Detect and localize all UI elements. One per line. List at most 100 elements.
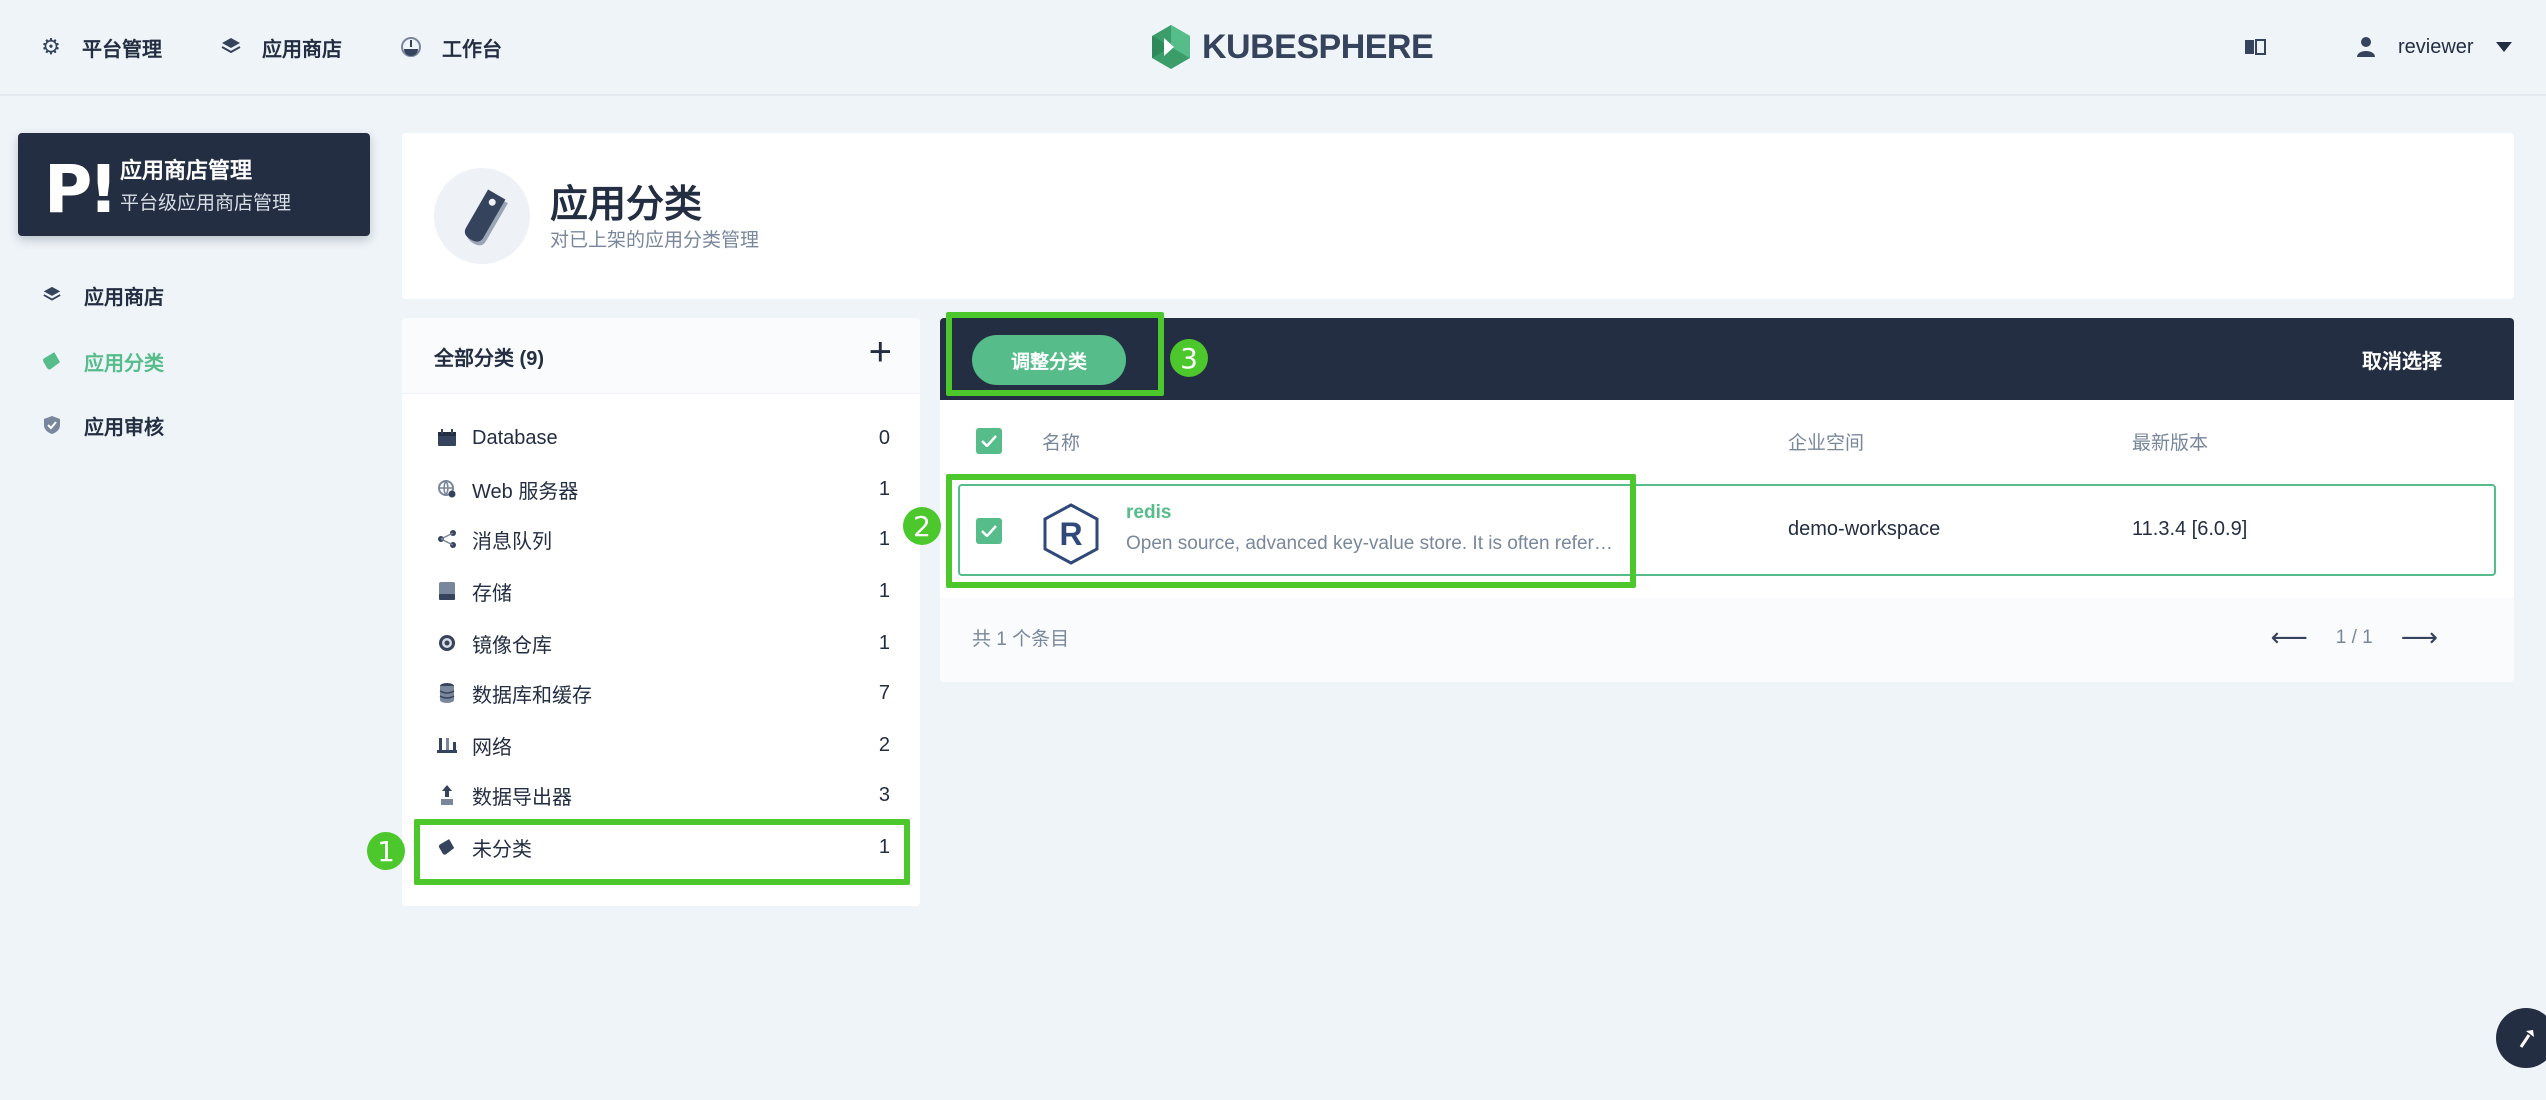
table-row[interactable]: [958, 484, 2496, 576]
docs-button[interactable]: [2244, 30, 2266, 64]
category-count: 1: [878, 835, 890, 858]
category-panel: 全部分类 (9) + Database 0 Web 服务器 1 消息队列 1 存…: [402, 318, 920, 906]
nav-platform-management[interactable]: ⚙ 平台管理: [38, 30, 162, 64]
check-icon: [981, 525, 997, 537]
network-icon: [436, 734, 458, 756]
adjust-category-button[interactable]: 调整分类: [972, 335, 1126, 385]
tag-icon: [436, 836, 458, 858]
gear-icon: ⚙: [41, 34, 61, 59]
annotation-badge-2: 2: [903, 507, 941, 545]
prev-page-arrow-icon[interactable]: ⟵: [2270, 622, 2307, 653]
category-count: 1: [878, 579, 890, 602]
sidebar-item-app-review[interactable]: 应用审核: [40, 408, 164, 442]
export-icon: [436, 784, 458, 806]
layers-icon: [218, 34, 244, 60]
category-item-uncategorized[interactable]: 未分类 1: [402, 822, 920, 872]
category-item-network[interactable]: 网络 2: [402, 720, 920, 770]
app-version: 11.3.4 [6.0.9]: [2132, 518, 2248, 540]
category-name: 消息队列: [472, 530, 552, 553]
category-name: 数据库和缓存: [472, 684, 592, 707]
nav-workbench[interactable]: 工作台: [398, 30, 502, 64]
page-indicator: 1 / 1: [2335, 626, 2373, 648]
tag-icon: [434, 168, 530, 264]
pagination: ⟵ 1 / 1 ⟶: [2242, 622, 2466, 653]
category-item-database[interactable]: Database 0: [402, 413, 920, 463]
sidebar-item-label: 应用分类: [84, 352, 164, 375]
column-header-workspace: 企业空间: [1788, 433, 1865, 454]
category-name: 网络: [472, 736, 512, 759]
category-count: 1: [878, 477, 890, 500]
dashboard-icon: [398, 34, 424, 60]
next-page-arrow-icon[interactable]: ⟶: [2401, 622, 2438, 653]
nav-app-store[interactable]: 应用商店: [218, 30, 342, 64]
row-checkbox[interactable]: [976, 518, 1002, 544]
category-count: 1: [878, 631, 890, 654]
sidebar-item-app-store[interactable]: 应用商店: [40, 278, 164, 312]
add-category-button[interactable]: +: [869, 330, 892, 375]
toolbox-button[interactable]: [2496, 1008, 2546, 1068]
user-icon: [2357, 37, 2375, 57]
kubesphere-logo-mark: [1152, 25, 1190, 69]
page-description: 对已上架的应用分类管理: [550, 230, 760, 251]
username: reviewer: [2398, 35, 2474, 58]
app-name-link[interactable]: redis: [1126, 502, 1171, 524]
category-item-storage[interactable]: 存储 1: [402, 566, 920, 616]
disc-icon: [436, 632, 458, 654]
layers-icon: [40, 283, 64, 307]
category-count: 1: [878, 527, 890, 550]
select-all-checkbox[interactable]: [976, 428, 1002, 454]
nav-label: 应用商店: [262, 38, 342, 61]
category-item-image-registry[interactable]: 镜像仓库 1: [402, 618, 920, 668]
category-count: 2: [878, 733, 890, 756]
user-menu[interactable]: reviewer: [2356, 30, 2512, 64]
category-name: Database: [472, 426, 558, 449]
card-subtitle: 平台级应用商店管理: [120, 193, 292, 214]
top-navigation-bar: ⚙ 平台管理 应用商店 工作台 KUBESPHERE reviewer: [0, 0, 2546, 96]
database-icon: [436, 682, 458, 704]
annotation-badge-3: 3: [1170, 339, 1208, 377]
sidebar-header-card: P! 应用商店管理 平台级应用商店管理: [18, 133, 370, 236]
category-item-database-cache[interactable]: 数据库和缓存 7: [402, 668, 920, 718]
category-name: 未分类: [472, 838, 532, 861]
sidebar-item-app-categories[interactable]: 应用分类: [40, 344, 164, 378]
app-logo-letter: R: [1059, 516, 1082, 552]
column-header-name[interactable]: 名称: [1042, 428, 1080, 455]
storage-icon: [436, 580, 458, 602]
card-title: 应用商店管理: [120, 158, 253, 183]
book-icon: [2245, 39, 2266, 55]
category-name: 存储: [472, 582, 512, 605]
calendar-icon: [436, 427, 458, 449]
category-name: 镜像仓库: [472, 634, 552, 657]
check-icon: [981, 435, 997, 447]
category-item-web-server[interactable]: Web 服务器 1: [402, 464, 920, 514]
category-count: 3: [878, 783, 890, 806]
category-all-header[interactable]: 全部分类 (9) +: [402, 318, 920, 394]
share-icon: [436, 528, 458, 550]
sidebar-item-label: 应用商店: [84, 286, 164, 309]
category-item-message-queue[interactable]: 消息队列 1: [402, 514, 920, 564]
logo-text: KUBESPHERE: [1202, 27, 1434, 66]
page-title: 应用分类: [550, 184, 703, 226]
page-header: 应用分类 对已上架的应用分类管理: [402, 133, 2514, 299]
total-count: 共 1 个条目: [972, 629, 1070, 650]
chevron-down-icon: [2495, 42, 2512, 52]
category-name: Web 服务器: [472, 480, 579, 503]
redis-app-icon: R: [1040, 502, 1102, 566]
category-name: 数据导出器: [472, 786, 572, 809]
card-initials: P!: [44, 151, 119, 228]
tag-icon: [40, 349, 64, 373]
annotation-badge-1: 1: [367, 832, 405, 870]
app-description: Open source, advanced key-value store. I…: [1126, 533, 1616, 554]
globe-icon: [436, 478, 458, 500]
cancel-selection-button[interactable]: 取消选择: [2362, 345, 2442, 374]
kubesphere-logo[interactable]: KUBESPHERE: [1150, 24, 1434, 70]
app-workspace: demo-workspace: [1788, 518, 1941, 540]
category-count: 7: [878, 681, 890, 704]
sidebar-item-label: 应用审核: [84, 416, 164, 439]
hammer-icon: [2519, 1030, 2534, 1048]
column-header-latest-version: 最新版本: [2132, 433, 2209, 454]
category-count: 0: [878, 426, 890, 449]
category-all-label: 全部分类 (9): [434, 348, 544, 370]
category-item-data-exporter[interactable]: 数据导出器 3: [402, 770, 920, 820]
nav-label: 平台管理: [82, 38, 162, 61]
